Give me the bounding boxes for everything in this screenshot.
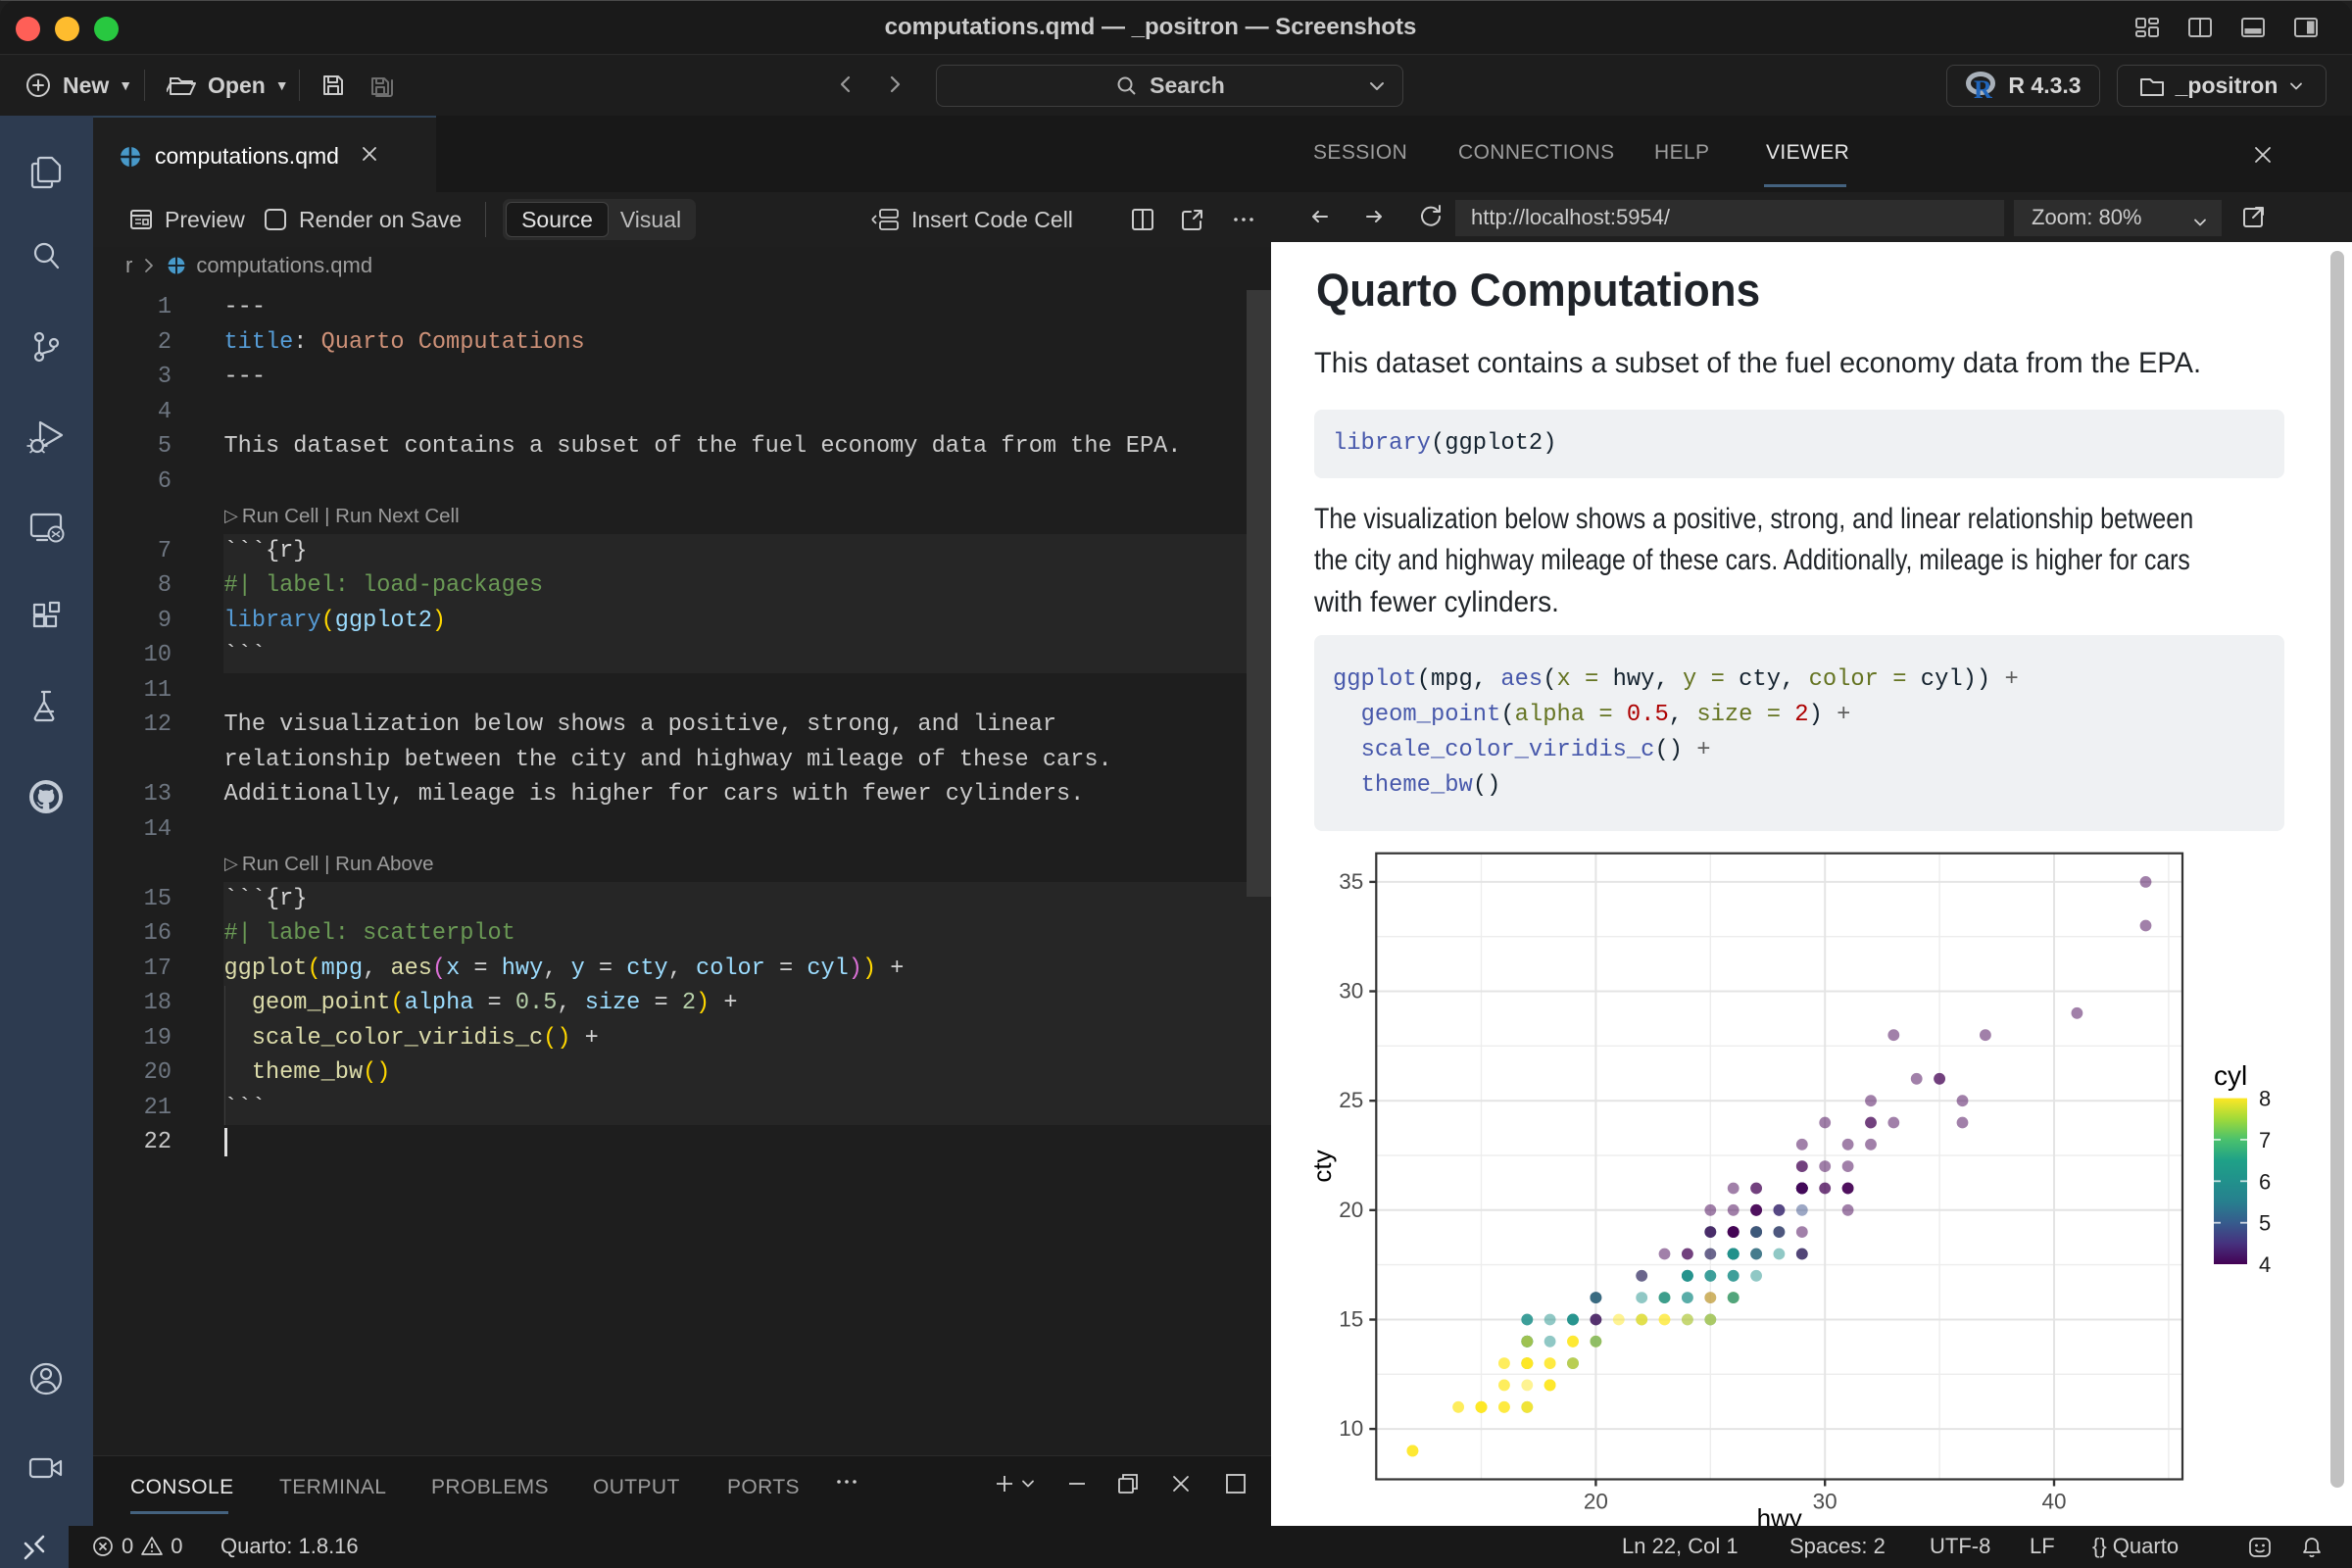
svg-text:30: 30	[1813, 1490, 1838, 1514]
svg-text:cyl: cyl	[2214, 1060, 2247, 1091]
svg-text:10: 10	[1339, 1416, 1363, 1441]
svg-text:30: 30	[1339, 979, 1363, 1004]
svg-text:15: 15	[1339, 1307, 1363, 1332]
svg-text:20: 20	[1584, 1490, 1608, 1514]
svg-text:cty: cty	[1307, 1150, 1337, 1182]
svg-text:7: 7	[2259, 1128, 2271, 1152]
svg-text:6: 6	[2259, 1169, 2271, 1194]
svg-text:20: 20	[1339, 1198, 1363, 1222]
svg-text:25: 25	[1339, 1088, 1363, 1112]
svg-text:35: 35	[1339, 869, 1363, 894]
svg-text:5: 5	[2259, 1211, 2271, 1236]
svg-text:8: 8	[2259, 1087, 2271, 1111]
svg-text:40: 40	[2041, 1490, 2066, 1514]
svg-text:4: 4	[2259, 1252, 2271, 1277]
